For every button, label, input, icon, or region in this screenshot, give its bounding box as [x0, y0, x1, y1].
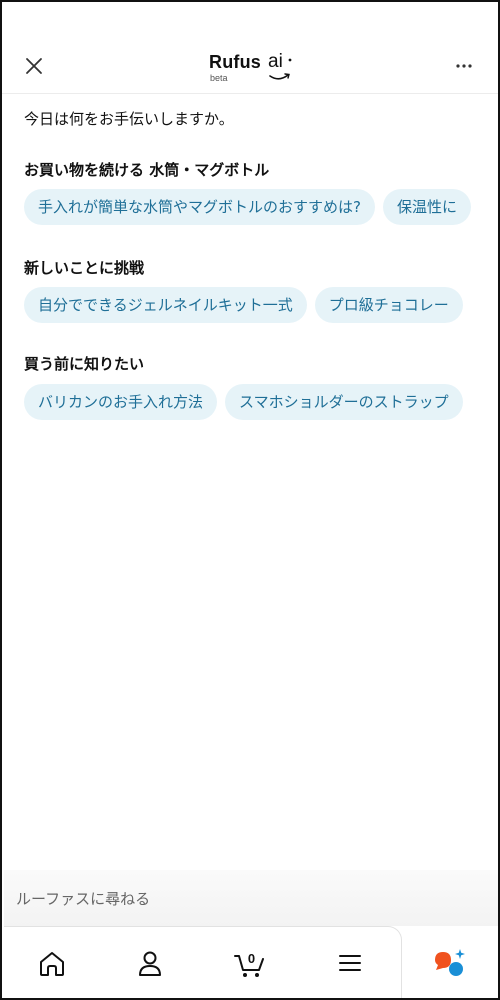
greeting-text: 今日は何をお手伝いしますか。 [24, 110, 234, 128]
suggestion-chip[interactable]: 保温性に [382, 189, 471, 225]
suggestion-chip[interactable]: バリカンのお手入れ方法 [24, 384, 218, 420]
section-title-continue-shopping: お買い物を続ける 水筒・マグボトル [24, 161, 270, 179]
suggestion-chip[interactable]: プロ級チョコレー [314, 287, 463, 323]
suggestion-chip[interactable]: スマホショルダーのストラップ [225, 384, 463, 420]
ask-input-bar[interactable]: ルーファスに尋ねる [4, 870, 498, 926]
logo-text: Rufus [209, 52, 261, 72]
app-frame: Rufus ai beta 今日は何をお手伝いしますか。 お買い物を続ける 水筒… [0, 0, 500, 1000]
section-title-try-something-new: 新しいことに挑戦 [24, 259, 145, 277]
rufus-tab[interactable] [404, 926, 498, 998]
rufus-chat-icon [435, 949, 465, 976]
rufus-logo: Rufus ai beta [202, 48, 302, 88]
ask-input-placeholder[interactable]: ルーファスに尋ねる [16, 888, 150, 909]
more-options-icon[interactable] [450, 54, 478, 78]
menu-icon[interactable] [332, 945, 368, 981]
chip-row-continue-shopping: 手入れが簡単な水筒やマグボトルのおすすめは? 保温性に [24, 189, 479, 227]
logo-beta-label: beta [210, 73, 228, 83]
chip-row-know-before-buying: バリカンのお手入れ方法 スマホショルダーのストラップ [24, 384, 471, 422]
account-icon[interactable] [132, 945, 168, 981]
cart-count: 0 [248, 951, 255, 966]
close-icon[interactable] [20, 52, 48, 80]
section-title-know-before-buying: 買う前に知りたい [24, 355, 145, 373]
suggestion-chip[interactable]: 手入れが簡単な水筒やマグボトルのおすすめは? [24, 189, 375, 225]
chip-row-try-something-new: 自分でできるジェルネイルキット一式 プロ級チョコレー [24, 287, 471, 325]
smile-arrow-icon [269, 58, 292, 80]
suggestion-chip[interactable]: 自分でできるジェルネイルキット一式 [24, 287, 307, 323]
cart-icon[interactable]: 0 [232, 945, 268, 981]
header: Rufus ai beta [2, 2, 498, 94]
bottom-nav: 0 [4, 926, 402, 998]
home-icon[interactable] [34, 945, 70, 981]
